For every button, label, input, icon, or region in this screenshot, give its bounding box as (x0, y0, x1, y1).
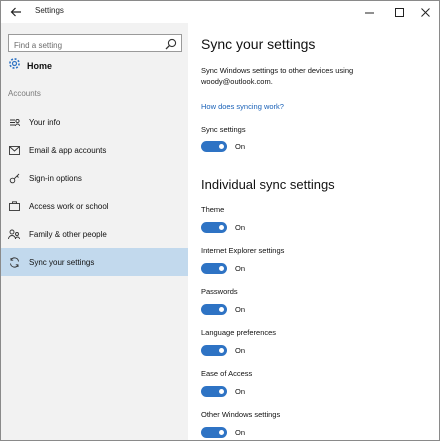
toggle-state: On (235, 264, 246, 273)
ease-of-access-label: Ease of Access (201, 369, 253, 378)
other-windows-label: Other Windows settings (201, 410, 281, 419)
sidebar-item-work-school[interactable]: Access work or school (1, 192, 188, 220)
window-title: Settings (35, 6, 64, 15)
people-icon (8, 228, 20, 240)
toggle-state: On (235, 142, 246, 151)
toggle-switch[interactable] (201, 386, 227, 397)
sidebar-item-label: Your info (29, 117, 61, 127)
title-bar: Settings (1, 1, 439, 23)
search-box[interactable] (8, 34, 182, 54)
sidebar-item-label: Sync your settings (29, 257, 95, 267)
toggle-state: On (235, 223, 246, 232)
passwords-toggle[interactable]: On (201, 304, 245, 315)
language-label: Language preferences (201, 328, 277, 337)
sidebar-item-family[interactable]: Family & other people (1, 220, 188, 248)
language-toggle[interactable]: On (201, 345, 245, 356)
toggle-switch[interactable] (201, 141, 227, 152)
gear-icon (8, 57, 21, 75)
theme-toggle[interactable]: On (201, 222, 245, 233)
close-icon[interactable] (411, 1, 439, 23)
back-arrow-icon[interactable] (8, 4, 24, 20)
sync-settings-label: Sync settings (201, 125, 246, 134)
toggle-state: On (235, 305, 246, 314)
how-syncing-works-link[interactable]: How does syncing work? (201, 102, 284, 111)
toggle-switch[interactable] (201, 263, 227, 274)
passwords-label: Passwords (201, 287, 238, 296)
page-title: Sync your settings (201, 36, 316, 52)
individual-sync-heading: Individual sync settings (201, 177, 335, 192)
sidebar-item-sign-in[interactable]: Sign-in options (1, 164, 188, 192)
search-input[interactable] (9, 37, 159, 54)
sidebar-item-label: Sign-in options (29, 173, 82, 183)
ie-settings-label: Internet Explorer settings (201, 246, 285, 255)
sidebar-item-your-info[interactable]: Your info (1, 108, 188, 136)
toggle-switch[interactable] (201, 222, 227, 233)
theme-label: Theme (201, 205, 225, 214)
mail-icon (8, 144, 20, 156)
section-heading: Accounts (8, 89, 41, 98)
toggle-state: On (235, 346, 246, 355)
sync-settings-toggle[interactable]: On (201, 141, 245, 152)
other-windows-toggle[interactable]: On (201, 427, 245, 438)
sidebar: Home Accounts Your info Email & app acco… (1, 23, 188, 440)
toggle-switch[interactable] (201, 427, 227, 438)
toggle-state: On (235, 428, 246, 437)
sidebar-item-email[interactable]: Email & app accounts (1, 136, 188, 164)
key-icon (8, 172, 20, 184)
toggle-state: On (235, 387, 246, 396)
sync-description: Sync Windows settings to other devices u… (201, 66, 354, 86)
sidebar-item-sync[interactable]: Sync your settings (1, 248, 188, 276)
home-nav[interactable]: Home (8, 57, 52, 75)
ie-settings-toggle[interactable]: On (201, 263, 245, 274)
maximize-icon[interactable] (385, 1, 413, 23)
home-label: Home (27, 61, 53, 71)
sidebar-item-label: Access work or school (29, 201, 109, 211)
ease-of-access-toggle[interactable]: On (201, 386, 245, 397)
briefcase-icon (8, 200, 20, 212)
sidebar-item-label: Family & other people (29, 229, 107, 239)
toggle-switch[interactable] (201, 345, 227, 356)
minimize-icon[interactable] (355, 1, 383, 23)
sync-icon (8, 256, 20, 268)
sidebar-item-label: Email & app accounts (29, 145, 107, 155)
search-icon[interactable] (165, 37, 177, 50)
person-icon (8, 116, 20, 128)
toggle-switch[interactable] (201, 304, 227, 315)
